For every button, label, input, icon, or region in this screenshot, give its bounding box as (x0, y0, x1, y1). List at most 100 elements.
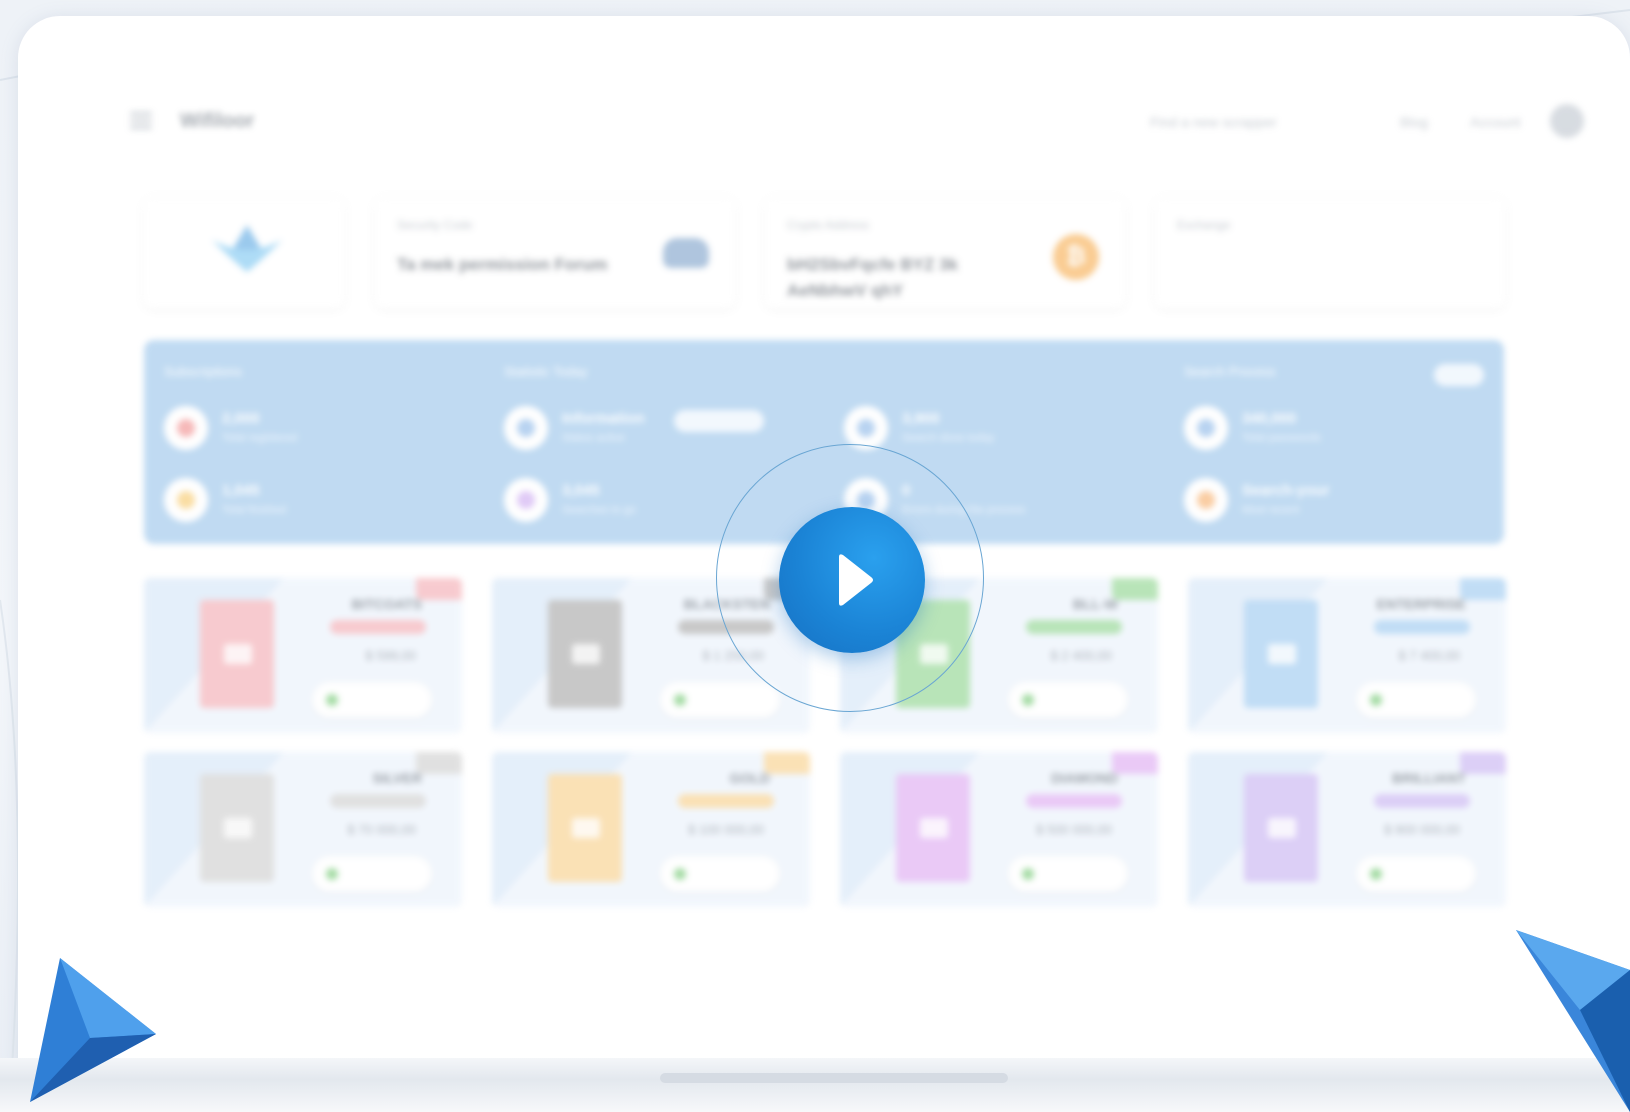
stat-sub: Most recent (1242, 504, 1300, 516)
plan-bar (678, 794, 774, 808)
plan-card: DIAMOND $ 500 000,00 (840, 752, 1158, 907)
buy-button[interactable] (312, 856, 432, 892)
plan-title: ENTERPRISE (1376, 596, 1466, 612)
buy-button[interactable] (1356, 856, 1476, 892)
security-card-value: Ta mek permission Forum (397, 255, 608, 274)
stat-item: Information Status active (504, 406, 804, 456)
buy-button[interactable] (1008, 682, 1128, 718)
buy-button[interactable] (1008, 856, 1128, 892)
product-box-image (1244, 600, 1318, 708)
search-text: Find a new scrapper (1150, 114, 1277, 130)
stat-sub: Status active (562, 432, 625, 444)
plan-bar (1374, 620, 1470, 634)
stat-item: Search-your Most recent (1184, 478, 1484, 528)
plan-title: BITCOATS (351, 596, 422, 612)
stat-value: Search-your (1242, 482, 1330, 499)
stat-icon (1184, 406, 1228, 450)
product-box-image (200, 600, 274, 708)
product-box-image (896, 774, 970, 882)
stat-item: 340,000 Total passwords (1184, 406, 1484, 456)
stat-sub: Searches to go (562, 504, 636, 516)
stat-value: 1,045 (222, 482, 260, 499)
product-box-image (1244, 774, 1318, 882)
plan-card: SILVER $ 70 000,00 (144, 752, 462, 907)
product-box-image (548, 774, 622, 882)
plan-price: $ 900 000,00 (1384, 822, 1460, 837)
play-button[interactable] (779, 507, 925, 653)
plan-bar (330, 620, 426, 634)
plan-title: BRILLIANT (1392, 770, 1466, 786)
stat-value: 3,045 (562, 482, 600, 499)
plan-card: BITCOATS $ 599,00 (144, 578, 462, 733)
stat-icon (504, 478, 548, 522)
stat-value: 2,000 (222, 410, 260, 427)
plan-price: $ 100 000,00 (688, 822, 764, 837)
stat-item: 1,045 Total finished (164, 478, 464, 528)
security-card-label: Security Code (397, 218, 473, 232)
stat-value: 3,900 (902, 410, 940, 427)
crypto-card-label: Crypto Address (787, 218, 870, 232)
stat-sub: Total passwords (1242, 432, 1321, 444)
plan-bar (1026, 794, 1122, 808)
plan-title: SILVER (372, 770, 422, 786)
bitcoin-icon: ₿ (1053, 234, 1099, 280)
plan-tag (416, 752, 462, 774)
status-pill (674, 410, 764, 432)
menu-icon (130, 112, 152, 130)
crypto-card: Crypto Address bH2SbvFqcfe BYZ 3k AeNbhw… (765, 198, 1125, 308)
buy-button[interactable] (660, 856, 780, 892)
stat-value: Information (562, 410, 645, 427)
buy-button[interactable] (312, 682, 432, 718)
stat-icon (1184, 478, 1228, 522)
plan-bar (1026, 620, 1122, 634)
plan-price: $ 599,00 (365, 648, 416, 663)
stats-col-title: Search Process (1184, 364, 1276, 379)
stat-sub: Search done today (902, 432, 995, 444)
product-box-image (200, 774, 274, 882)
stat-sub: Total finished (222, 504, 287, 516)
plan-tag (1460, 578, 1506, 600)
stat-sub: Total registered (222, 432, 298, 444)
logo-icon (212, 225, 282, 272)
brand-name: Wifiloor (180, 110, 255, 132)
stats-col-title: Statistic Today (504, 364, 588, 379)
plan-title: GOLD (729, 770, 770, 786)
stat-item: 3,900 Search done today (844, 406, 1144, 456)
plan-card: ENTERPRISE $ 7 400,00 (1188, 578, 1506, 733)
stat-icon (164, 406, 208, 450)
plan-card: GOLD $ 100 000,00 (492, 752, 810, 907)
device-base (0, 1058, 1630, 1112)
avatar (1550, 104, 1584, 138)
play-icon (839, 554, 873, 606)
buy-button[interactable] (1356, 682, 1476, 718)
stats-col-title: Subscriptions (164, 364, 243, 379)
plan-title: BLL-W (1072, 596, 1118, 612)
plan-tag (1112, 578, 1158, 600)
status-pill (1434, 364, 1484, 386)
logo-card (144, 198, 344, 308)
plan-tag (416, 578, 462, 600)
plan-price: $ 2 400,00 (1050, 648, 1112, 663)
plan-title: DIAMOND (1051, 770, 1118, 786)
product-box-image (548, 600, 622, 708)
stat-item: 2,000 Total registered (164, 406, 464, 456)
plan-tag (764, 752, 810, 774)
plan-tag (1460, 752, 1506, 774)
device-frame: Wifiloor Find a new scrapper Blog Accoun… (18, 16, 1630, 1068)
plan-price: $ 7 400,00 (1398, 648, 1460, 663)
exchange-card: Exchange (1155, 198, 1505, 308)
stat-icon (504, 406, 548, 450)
stat-value: 340,000 (1242, 410, 1297, 427)
plan-bar (330, 794, 426, 808)
buy-button[interactable] (660, 682, 780, 718)
key-icon (663, 238, 709, 268)
exchange-card-label: Exchange (1177, 218, 1231, 232)
crypto-card-value: bH2SbvFqcfe BYZ 3k AeNbhwV qhY (787, 255, 958, 300)
decorative-triangle (30, 958, 156, 1102)
plan-price: $ 500 000,00 (1036, 822, 1112, 837)
decorative-triangle (1516, 930, 1630, 1112)
home-indicator (660, 1073, 1008, 1083)
nav-item-blog: Blog (1400, 114, 1429, 130)
nav-item-account: Account (1470, 114, 1521, 130)
stat-icon (164, 478, 208, 522)
